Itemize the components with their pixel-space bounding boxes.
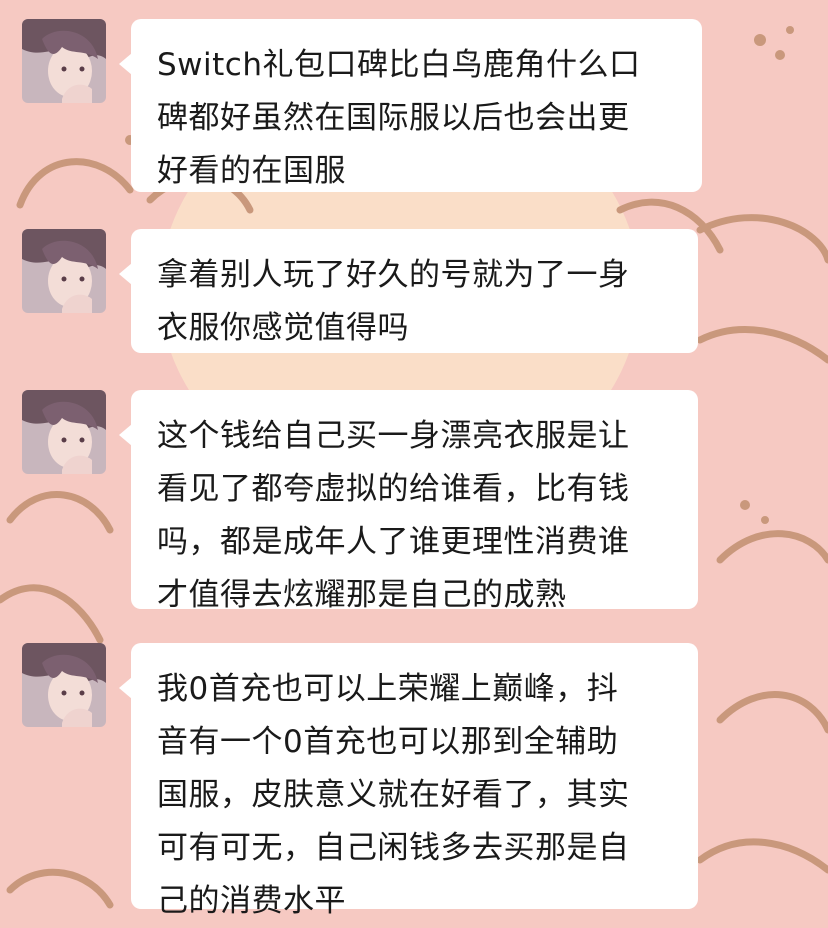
message-bubble[interactable]: 我0首充也可以上荣耀上巅峰，抖 音有一个0首充也可以那到全辅助 国服，皮肤意义就… <box>119 643 698 919</box>
message-bubble[interactable]: 这个钱给自己买一身漂亮衣服是让 看见了都夸虚拟的给谁看，比有钱 吗，都是成年人了… <box>119 390 698 613</box>
anime-avatar-icon[interactable] <box>22 643 106 727</box>
message-bubble[interactable]: 拿着别人玩了好久的号就为了一身 衣服你感觉值得吗 <box>119 229 698 353</box>
anime-avatar-icon[interactable] <box>22 229 106 313</box>
anime-avatar-icon[interactable] <box>22 19 106 103</box>
message-bubble[interactable]: Switch礼包口碑比白鸟鹿角什么口 碑都好虽然在国际服以后也会出更 好看的在国… <box>119 19 702 192</box>
anime-avatar-icon[interactable] <box>22 390 106 474</box>
